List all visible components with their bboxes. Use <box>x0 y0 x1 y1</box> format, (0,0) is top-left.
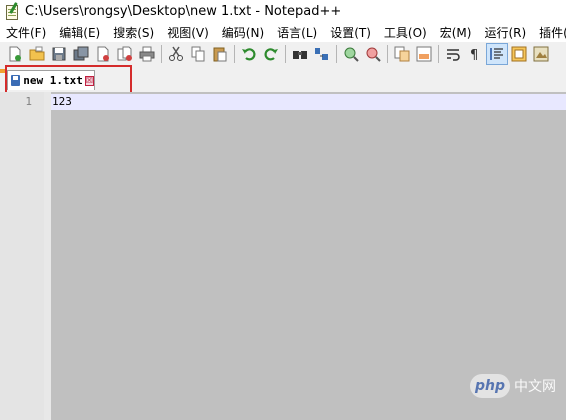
toolbar-separator <box>387 45 388 63</box>
toolbar-separator <box>336 45 337 63</box>
window-title: C:\Users\rongsy\Desktop\new 1.txt - Note… <box>25 3 342 19</box>
cut-icon[interactable] <box>165 43 187 65</box>
menu-edit[interactable]: 编辑(E) <box>53 24 107 41</box>
toolbar-separator <box>161 45 162 63</box>
paste-icon[interactable] <box>209 43 231 65</box>
editor-line-text[interactable]: 123 <box>52 95 72 108</box>
sync-vertical-icon[interactable] <box>391 43 413 65</box>
fold-margin[interactable] <box>44 92 51 420</box>
sync-horizontal-icon[interactable] <box>413 43 435 65</box>
indent-guide-icon[interactable] <box>486 43 508 65</box>
undo-icon[interactable] <box>238 43 260 65</box>
close-all-icon[interactable] <box>114 43 136 65</box>
notepad-app-icon <box>5 2 19 20</box>
open-file-icon[interactable] <box>26 43 48 65</box>
watermark-text: 中文网 <box>514 379 556 395</box>
redo-icon[interactable] <box>260 43 282 65</box>
close-icon[interactable] <box>92 43 114 65</box>
menu-tools[interactable]: 工具(O) <box>378 24 434 41</box>
toolbar: ¶ <box>0 42 566 66</box>
svg-text:¶: ¶ <box>470 48 478 62</box>
menu-file[interactable]: 文件(F) <box>0 24 53 41</box>
zoom-in-icon[interactable] <box>340 43 362 65</box>
show-all-chars-icon[interactable]: ¶ <box>464 43 486 65</box>
tab-label: new 1.txt <box>23 74 83 87</box>
tab-new-1[interactable]: new 1.txt ☒ <box>7 70 95 90</box>
menu-view[interactable]: 视图(V) <box>161 24 216 41</box>
watermark: php 中文网 <box>470 374 556 398</box>
menu-macro[interactable]: 宏(M) <box>434 24 479 41</box>
toolbar-separator <box>285 45 286 63</box>
toolbar-separator <box>438 45 439 63</box>
title-bar: C:\Users\rongsy\Desktop\new 1.txt - Note… <box>0 0 566 22</box>
tab-close-icon[interactable]: ☒ <box>84 75 94 86</box>
menu-encoding[interactable]: 编码(N) <box>216 24 271 41</box>
new-file-icon[interactable] <box>4 43 26 65</box>
menu-plugins[interactable]: 插件(P) <box>533 24 566 41</box>
print-icon[interactable] <box>136 43 158 65</box>
tab-bar-marker <box>0 69 5 73</box>
copy-icon[interactable] <box>187 43 209 65</box>
toolbar-separator <box>234 45 235 63</box>
word-wrap-icon[interactable] <box>442 43 464 65</box>
watermark-logo: php <box>470 374 510 398</box>
editor-area[interactable]: 1 123 <box>0 92 566 420</box>
menu-bar: 文件(F) 编辑(E) 搜索(S) 视图(V) 编码(N) 语言(L) 设置(T… <box>0 22 566 42</box>
replace-icon[interactable] <box>311 43 333 65</box>
file-saved-icon <box>11 75 20 86</box>
zoom-out-icon[interactable] <box>362 43 384 65</box>
doc-map-icon[interactable] <box>530 43 552 65</box>
save-icon[interactable] <box>48 43 70 65</box>
find-icon[interactable] <box>289 43 311 65</box>
current-line-highlight <box>51 94 566 110</box>
user-language-icon[interactable] <box>508 43 530 65</box>
menu-run[interactable]: 运行(R) <box>478 24 533 41</box>
menu-language[interactable]: 语言(L) <box>271 24 324 41</box>
save-all-icon[interactable] <box>70 43 92 65</box>
line-number: 1 <box>25 95 32 108</box>
menu-settings[interactable]: 设置(T) <box>324 24 378 41</box>
menu-search[interactable]: 搜索(S) <box>107 24 161 41</box>
line-number-gutter: 1 <box>0 92 44 420</box>
